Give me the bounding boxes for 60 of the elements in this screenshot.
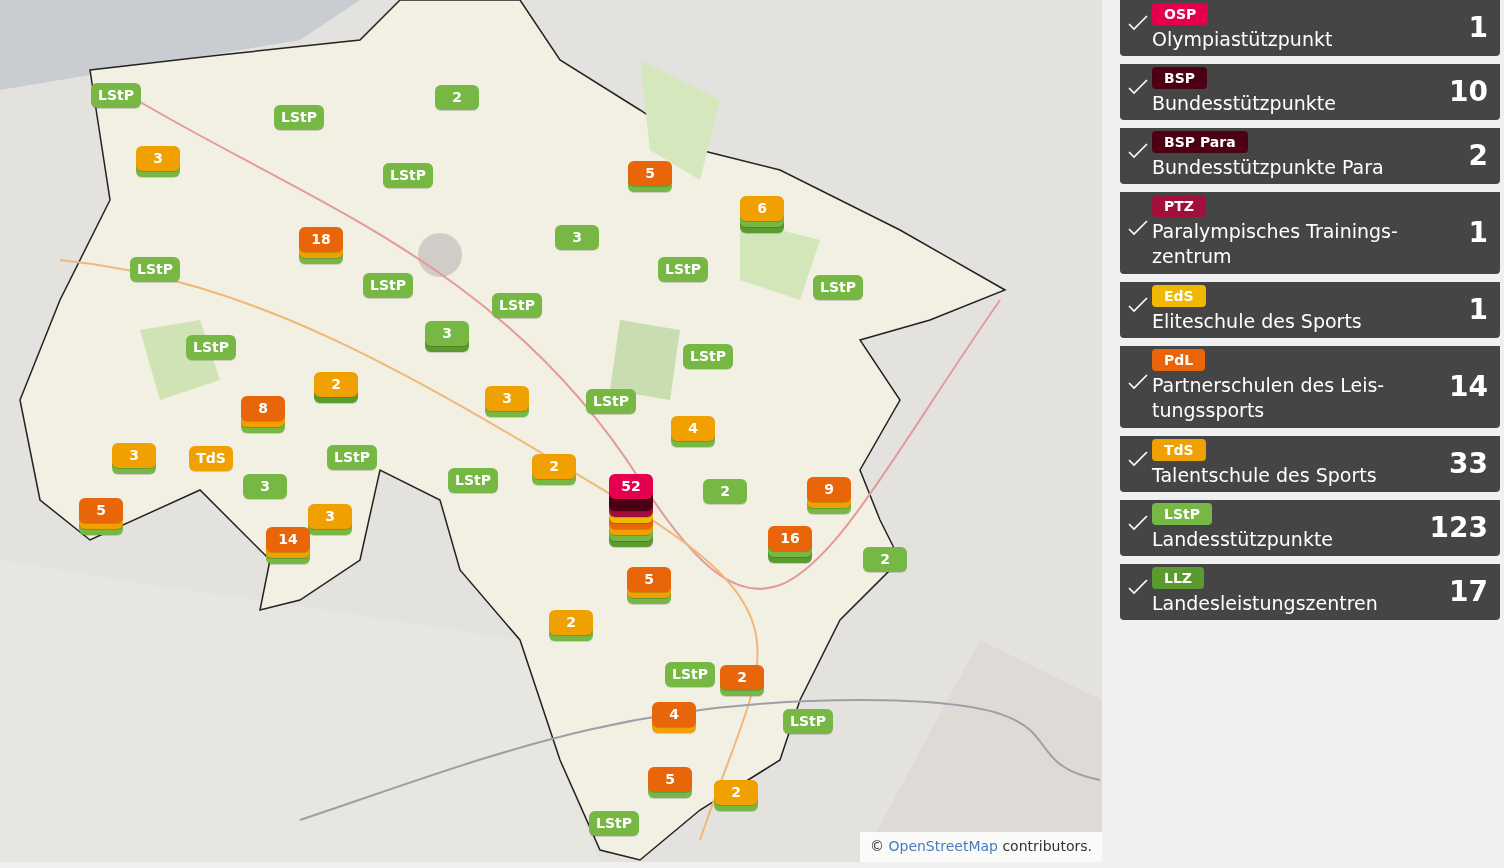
legend-item[interactable]: LLZ Landesleistungszentren 17 xyxy=(1120,564,1500,620)
map-marker[interactable]: LStP xyxy=(327,445,377,470)
category-name: Olympiastützpunkt xyxy=(1152,26,1333,52)
map-marker[interactable]: LStP xyxy=(363,273,413,298)
map-marker[interactable]: TdS xyxy=(189,446,233,471)
category-tag: LStP xyxy=(1152,502,1212,525)
legend-item[interactable]: EdS Eliteschule des Sports 1 xyxy=(1120,282,1500,338)
map-marker[interactable]: LStP xyxy=(448,468,498,493)
category-name: Bundesstützpunkte Para xyxy=(1152,154,1384,180)
legend-item[interactable]: LStP Landesstützpunkte 123 xyxy=(1120,500,1500,556)
map-marker[interactable]: 3 xyxy=(555,225,599,250)
category-tag: TdS xyxy=(1152,438,1206,461)
category-name: Partnerschulen des Leis- tungssports xyxy=(1152,373,1385,423)
category-count: 14 xyxy=(1449,369,1489,403)
category-name: Landesstützpunkte xyxy=(1152,526,1334,552)
category-count: 1 xyxy=(1468,292,1489,326)
category-count: 10 xyxy=(1449,74,1489,108)
map-marker[interactable]: LStP xyxy=(589,811,639,836)
map-marker[interactable]: LStP xyxy=(665,662,715,687)
map-marker[interactable]: LStP xyxy=(186,335,236,360)
category-name: Bundesstützpunkte xyxy=(1152,90,1336,116)
map-marker[interactable]: 2 xyxy=(435,85,479,110)
map-marker[interactable]: LStP xyxy=(130,257,180,282)
category-tag: OSP xyxy=(1152,2,1209,25)
category-count: 17 xyxy=(1449,574,1489,608)
map-marker[interactable]: LStP xyxy=(683,344,733,369)
category-count: 1 xyxy=(1468,10,1489,44)
category-name: Paralympisches Trainings- zentrum xyxy=(1152,219,1398,269)
category-name: Talentschule des Sports xyxy=(1152,462,1377,488)
legend-item[interactable]: PdL Partnerschulen des Leis- tungssports 14 xyxy=(1120,346,1500,428)
legend-item[interactable]: BSP Para Bundesstützpunkte Para 2 xyxy=(1120,128,1500,184)
category-count: 2 xyxy=(1468,138,1489,172)
map-marker[interactable]: LStP xyxy=(813,275,863,300)
legend-item[interactable]: OSP Olympiastützpunkt 1 xyxy=(1120,0,1500,56)
category-tag: PTZ xyxy=(1152,195,1206,217)
openstreetmap-link[interactable]: OpenStreetMap xyxy=(888,838,998,854)
category-tag: BSP Para xyxy=(1152,130,1248,153)
map-marker[interactable]: LStP xyxy=(783,709,833,734)
category-count: 123 xyxy=(1429,510,1489,544)
category-count: 33 xyxy=(1449,446,1489,480)
map-marker[interactable]: LStP xyxy=(383,163,433,188)
map-marker[interactable]: LStP xyxy=(274,105,324,130)
legend-item[interactable]: BSP Bundesstützpunkte 10 xyxy=(1120,64,1500,120)
map-marker[interactable]: 2 xyxy=(703,479,747,504)
category-tag: PdL xyxy=(1152,349,1206,371)
map-marker[interactable]: LStP xyxy=(492,293,542,318)
category-tag: BSP xyxy=(1152,66,1207,89)
legend-item[interactable]: TdS Talentschule des Sports 33 xyxy=(1120,436,1500,492)
category-count: 1 xyxy=(1468,215,1489,249)
legend-item[interactable]: PTZ Paralympisches Trainings- zentrum 1 xyxy=(1120,192,1500,274)
map-attribution: © OpenStreetMap contributors. xyxy=(860,832,1102,862)
map-marker[interactable]: LStP xyxy=(658,257,708,282)
map-marker[interactable]: LStP xyxy=(91,83,141,108)
map-marker[interactable]: 2 xyxy=(863,547,907,572)
category-name: Landesleistungszentren xyxy=(1152,590,1378,616)
map-marker[interactable]: LStP xyxy=(586,389,636,414)
category-name: Eliteschule des Sports xyxy=(1152,308,1362,334)
category-tag: LLZ xyxy=(1152,566,1204,589)
map-marker[interactable]: 3 xyxy=(243,474,287,499)
category-tag: EdS xyxy=(1152,284,1206,307)
